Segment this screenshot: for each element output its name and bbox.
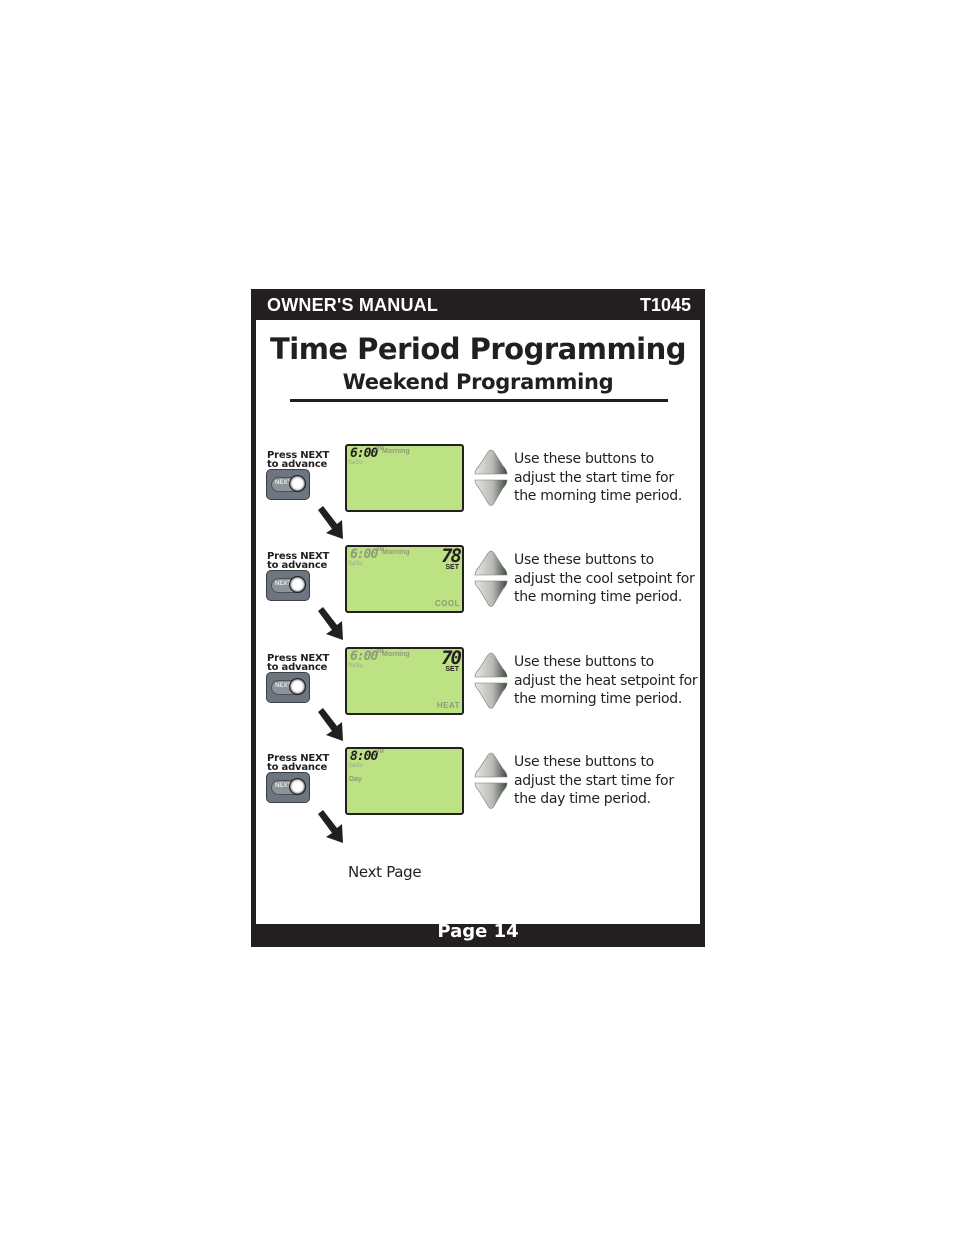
press-next-label: Press NEXT to advance <box>267 551 330 571</box>
up-arrow-button-icon[interactable] <box>474 652 508 678</box>
up-arrow-button-icon[interactable] <box>474 550 508 576</box>
down-arrow-button-icon[interactable] <box>474 479 508 506</box>
lcd-days: SaSu <box>348 460 363 466</box>
lcd-ampm: AM <box>376 749 384 755</box>
diagonal-arrow-icon <box>318 506 343 539</box>
lcd-days: SaSu <box>348 663 363 669</box>
press-next-label: Press NEXT to advance <box>267 653 330 673</box>
title-divider <box>290 399 668 402</box>
lcd-display: 6:00 AM Morning SaSu 78 SET COOL <box>345 545 464 613</box>
diagonal-arrow-icon <box>318 708 343 741</box>
lcd-time: 6:00 <box>350 649 378 664</box>
lcd-time: 6:00 <box>350 446 378 461</box>
model-number: T1045 <box>639 295 691 315</box>
diagonal-arrow-icon <box>318 607 343 640</box>
manual-page-frame: OWNER'S MANUAL T1045 Time Period Program… <box>251 289 705 947</box>
down-arrow-button-icon[interactable] <box>474 580 508 607</box>
step-description: Use these buttons to adjust the start tim… <box>514 451 683 504</box>
lcd-display: 6:00 AM Morning SaSu 70 SET HEAT <box>345 647 464 715</box>
lcd-mode: COOL <box>434 599 460 608</box>
step-description: Use these buttons to adjust the heat setp… <box>514 654 698 707</box>
up-down-buttons <box>474 449 508 506</box>
next-knob-icon <box>289 778 306 795</box>
down-arrow-button-icon[interactable] <box>474 782 508 809</box>
press-next-label: Press NEXT to advance <box>267 753 330 773</box>
down-arrow-button-icon[interactable] <box>474 682 508 709</box>
lcd-time: 6:00 <box>350 547 378 562</box>
up-arrow-button-icon[interactable] <box>474 752 508 778</box>
up-down-buttons <box>474 752 508 809</box>
next-knob-icon <box>289 576 306 593</box>
lcd-days: SaSu <box>348 763 363 769</box>
up-down-buttons <box>474 550 508 607</box>
step-description: Use these buttons to adjust the cool setp… <box>514 552 695 605</box>
up-arrow-button-icon[interactable] <box>474 449 508 475</box>
page-content: Time Period Programming Weekend Programm… <box>256 320 700 924</box>
lcd-period: Morning <box>382 651 410 658</box>
lcd-mode: HEAT <box>436 701 460 710</box>
next-button[interactable]: NEXT <box>266 469 310 500</box>
diagonal-arrow-icon <box>318 810 343 843</box>
header-bar: OWNER'S MANUAL T1045 <box>251 289 705 320</box>
next-page-link[interactable]: Next Page <box>348 863 422 881</box>
next-knob-icon <box>289 678 306 695</box>
page-number: Page 14 <box>437 921 519 942</box>
manual-title: OWNER'S MANUAL <box>267 295 439 315</box>
up-down-buttons <box>474 652 508 709</box>
next-knob-icon <box>289 475 306 492</box>
lcd-period: Morning <box>382 448 410 455</box>
lcd-day-label: Day <box>349 776 362 783</box>
lcd-display: 8:00 AM SaSu Day <box>345 747 464 815</box>
page-title: Time Period Programming <box>269 332 687 366</box>
lcd-set-label: SET <box>445 564 459 571</box>
lcd-days: SaSu <box>348 561 363 567</box>
lcd-period: Morning <box>382 549 410 556</box>
lcd-set-label: SET <box>445 666 459 673</box>
page-subtitle: Weekend Programming <box>342 370 614 394</box>
next-button[interactable]: NEXT <box>266 672 310 703</box>
lcd-time: 8:00 <box>350 749 378 764</box>
press-next-label: Press NEXT to advance <box>267 450 330 470</box>
step-description: Use these buttons to adjust the start tim… <box>514 754 674 807</box>
next-button[interactable]: NEXT <box>266 570 310 601</box>
lcd-display: 6:00 AM Morning SaSu <box>345 444 464 512</box>
next-button[interactable]: NEXT <box>266 772 310 803</box>
